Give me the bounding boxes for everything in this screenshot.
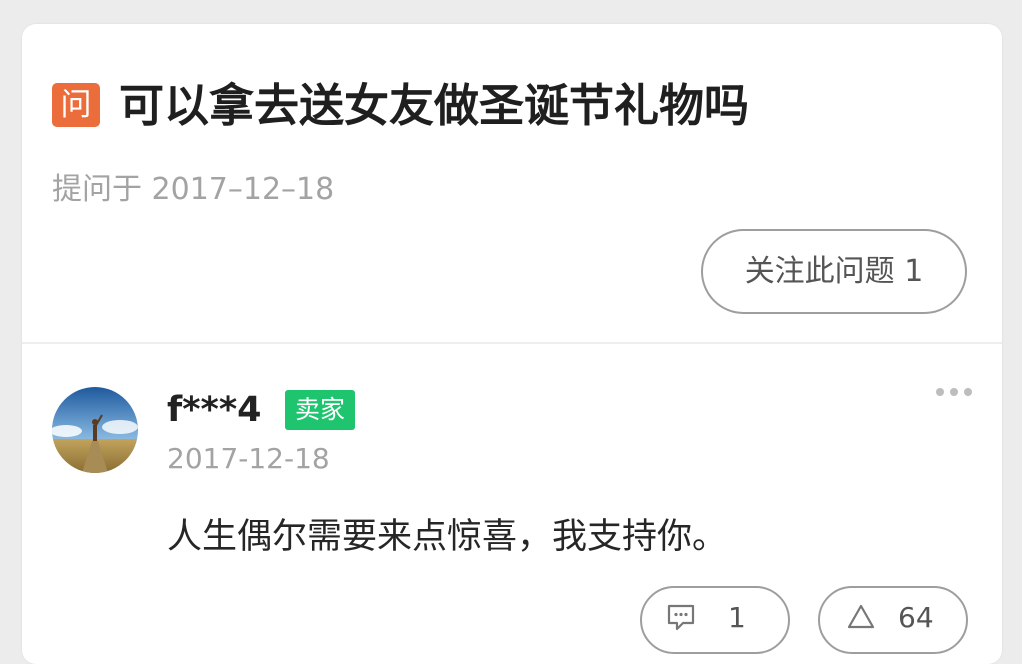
answer-date: 2017-12-18	[167, 442, 330, 475]
avatar-image	[52, 387, 138, 473]
question-title: 可以拿去送女友做圣诞节礼物吗	[119, 79, 750, 132]
answer-username[interactable]: f***4	[167, 388, 262, 432]
answer-text: 人生偶尔需要来点惊喜，我支持你。	[167, 517, 728, 557]
comment-count: 1	[728, 601, 746, 634]
comment-icon	[667, 604, 695, 631]
avatar[interactable]	[52, 387, 138, 473]
more-dots-icon[interactable]	[930, 380, 978, 404]
follow-question-button[interactable]: 关注此问题 1	[701, 229, 967, 314]
divider	[22, 342, 1002, 344]
seller-badge: 卖家	[285, 390, 355, 430]
comment-button[interactable]: 1	[640, 586, 790, 654]
question-badge-icon: 问	[52, 83, 100, 127]
triangle-up-icon	[847, 604, 875, 629]
like-button[interactable]: 64	[818, 586, 968, 654]
like-count: 64	[898, 601, 934, 634]
question-date: 提问于 2017–12–18	[52, 172, 335, 207]
question-card: 问 可以拿去送女友做圣诞节礼物吗 提问于 2017–12–18 关注此问题 1	[22, 24, 1002, 664]
